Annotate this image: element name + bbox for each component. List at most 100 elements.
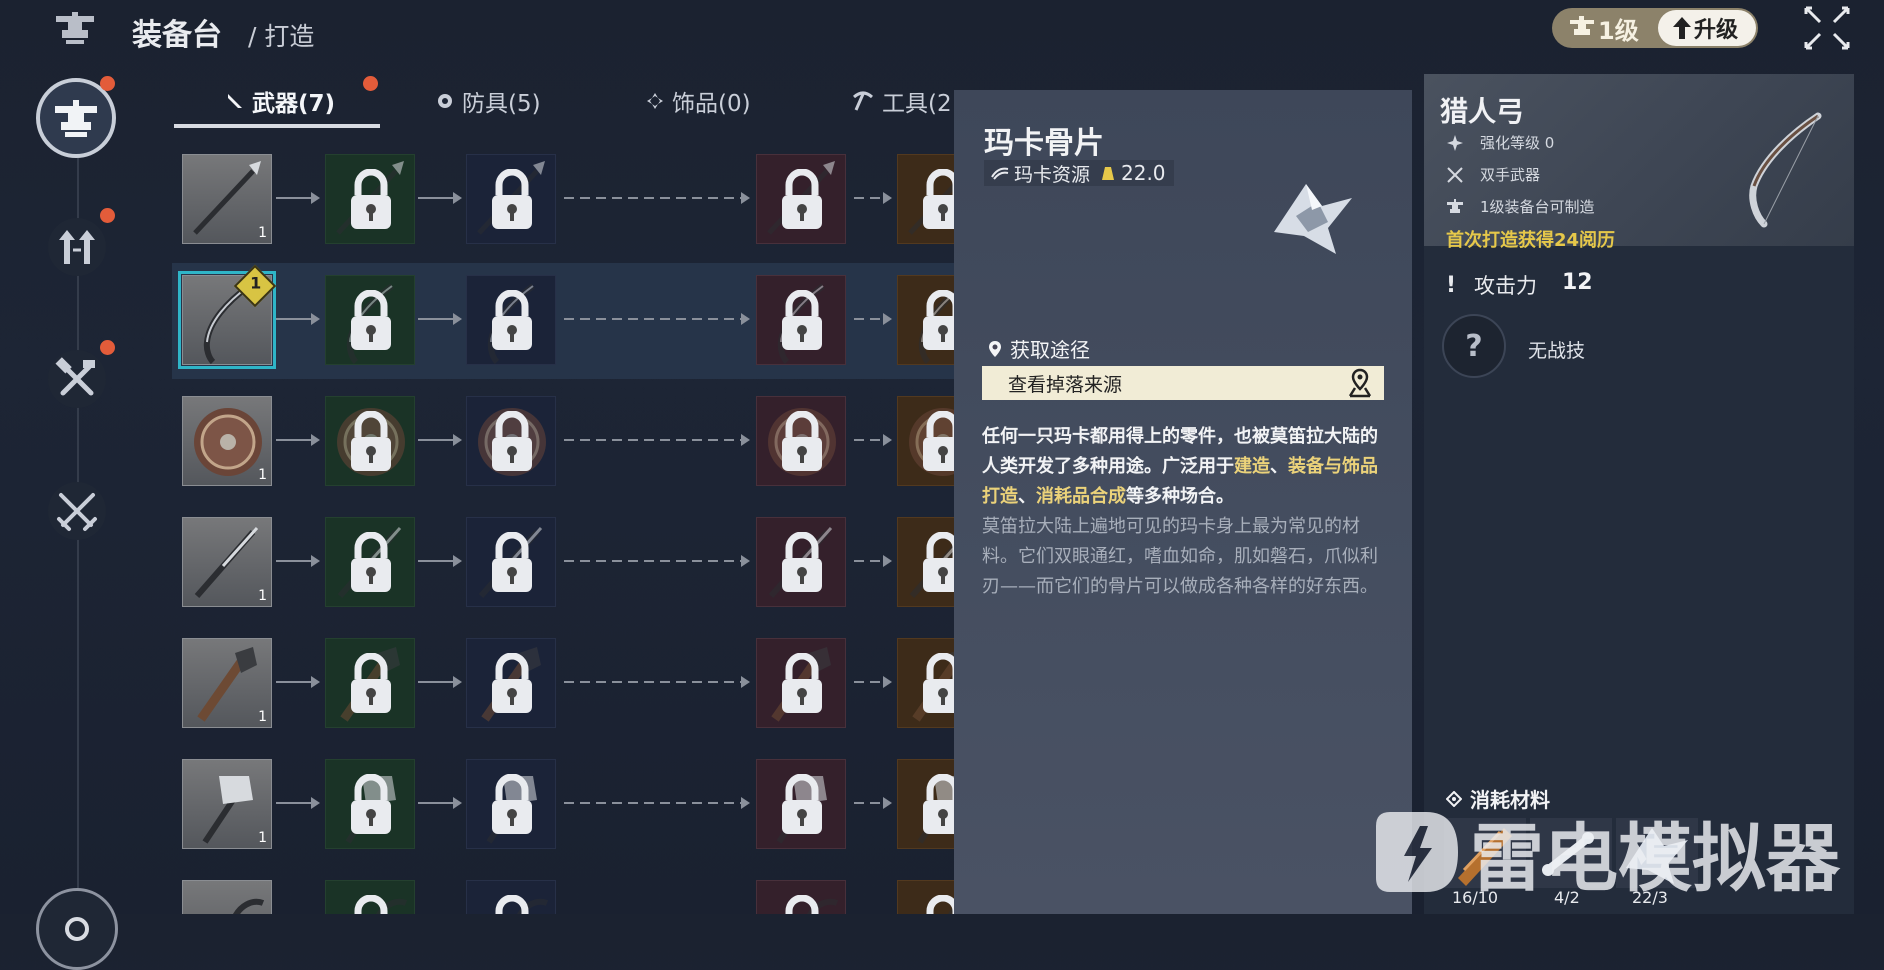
close-icon[interactable] bbox=[1798, 2, 1856, 54]
locked-item-tier-5[interactable] bbox=[897, 759, 954, 849]
locked-item-tier-5[interactable] bbox=[897, 396, 954, 486]
locked-item-tier-2[interactable] bbox=[325, 275, 415, 365]
nav-combat-button[interactable] bbox=[48, 482, 106, 540]
claw-icon bbox=[991, 167, 1009, 180]
material-lore: 莫笛拉大陆上遍地可见的玛卡身上最为常见的材料。它们双眼通红，嗜血如命，肌如磐石，… bbox=[982, 516, 1378, 597]
notification-dot bbox=[100, 76, 115, 91]
craftable-item-sickle[interactable] bbox=[182, 880, 272, 914]
anvil-icon bbox=[1447, 198, 1463, 213]
locked-item-tier-4[interactable] bbox=[756, 154, 846, 244]
stat-label: 1级装备台可制造 bbox=[1480, 198, 1595, 216]
material-category-label: 玛卡资源 bbox=[1014, 163, 1091, 186]
locked-item-tier-3[interactable] bbox=[466, 396, 556, 486]
locked-item-tier-4[interactable] bbox=[756, 759, 846, 849]
locked-item-tier-2[interactable] bbox=[325, 154, 415, 244]
lock-icon bbox=[782, 532, 822, 592]
sickle-icon bbox=[233, 898, 265, 914]
locked-item-tier-4[interactable] bbox=[756, 275, 846, 365]
lock-icon bbox=[351, 532, 391, 592]
locked-item-tier-2[interactable] bbox=[325, 638, 415, 728]
nav-settings-button[interactable] bbox=[36, 888, 118, 970]
lock-icon bbox=[351, 290, 391, 350]
hunter-bow-image bbox=[1749, 112, 1822, 228]
lock-icon bbox=[782, 411, 822, 471]
locked-item-tier-3[interactable] bbox=[466, 275, 556, 365]
upgrade-path-arrow bbox=[854, 313, 892, 325]
locked-item-tier-4[interactable] bbox=[756, 517, 846, 607]
tab-armor[interactable]: 防具(5) bbox=[436, 84, 541, 118]
locked-item-tier-3[interactable] bbox=[466, 759, 556, 849]
locked-item-tier-5[interactable] bbox=[897, 517, 954, 607]
locked-item-tier-3[interactable] bbox=[466, 154, 556, 244]
item-quantity: 1 bbox=[258, 588, 267, 604]
upgrade-path-arrow bbox=[418, 313, 462, 325]
tab-weapons[interactable]: 武器(7) bbox=[226, 84, 335, 118]
locked-item-tier-2[interactable] bbox=[325, 759, 415, 849]
locked-item-tier-2[interactable] bbox=[325, 396, 415, 486]
material-weight-value: 22.0 bbox=[1121, 161, 1166, 185]
locked-item-tier-5[interactable] bbox=[897, 154, 954, 244]
craftable-item-shield[interactable]: 1 bbox=[182, 396, 272, 486]
crossed-swords-icon bbox=[1447, 166, 1463, 183]
lock-icon bbox=[354, 895, 388, 914]
anvil-icon bbox=[55, 100, 97, 137]
skill-slot[interactable]: ? bbox=[1442, 314, 1506, 378]
locked-item-tier-5[interactable] bbox=[897, 275, 954, 365]
diamond-icon bbox=[647, 93, 663, 109]
upgrade-path-arrow bbox=[276, 313, 320, 325]
upgrade-path-arrow bbox=[418, 797, 462, 809]
lock-icon bbox=[926, 895, 954, 914]
lock-icon bbox=[923, 653, 954, 713]
locked-item-tier-4[interactable] bbox=[756, 880, 846, 914]
upgrade-path-arrow bbox=[854, 676, 892, 688]
locked-item-tier-3[interactable] bbox=[466, 880, 556, 914]
weapon-type-stat: 双手武器 bbox=[1446, 164, 1540, 185]
source-section-title: 获取途径 bbox=[988, 334, 1090, 363]
upgrade-path-arrow bbox=[418, 192, 462, 204]
locked-item-tier-5[interactable] bbox=[897, 880, 954, 914]
upgrade-path-arrow bbox=[564, 192, 750, 204]
lock-icon bbox=[782, 169, 822, 229]
anvil-icon bbox=[1570, 16, 1594, 35]
locked-item-tier-4[interactable] bbox=[756, 638, 846, 728]
nav-tools-button[interactable] bbox=[48, 350, 106, 408]
locked-item-tier-5[interactable] bbox=[897, 638, 954, 728]
lock-icon bbox=[923, 169, 954, 229]
craftable-item-spear[interactable]: 1 bbox=[182, 154, 272, 244]
upgrade-path-arrow bbox=[276, 192, 320, 204]
lightning-logo-icon bbox=[1376, 812, 1458, 892]
tab-accessories[interactable]: 饰品(0) bbox=[646, 84, 751, 118]
shield-icon bbox=[438, 94, 452, 108]
locked-item-tier-4[interactable] bbox=[756, 396, 846, 486]
nav-upgrade-button[interactable] bbox=[48, 218, 106, 276]
workbench-level-text: 1级 bbox=[1598, 17, 1639, 45]
arrow-up-icon bbox=[1673, 17, 1691, 39]
view-drop-source-label: 查看掉落来源 bbox=[1008, 374, 1123, 396]
craft-row bbox=[172, 868, 954, 914]
locked-item-tier-3[interactable] bbox=[466, 638, 556, 728]
tab-tools[interactable]: 工具(2 bbox=[852, 84, 952, 118]
item-quantity: 1 bbox=[258, 709, 267, 725]
upgrade-path-arrow bbox=[276, 676, 320, 688]
lock-icon bbox=[923, 411, 954, 471]
badge-count: 1 bbox=[250, 273, 262, 293]
locked-item-tier-3[interactable] bbox=[466, 517, 556, 607]
double-arrow-up-icon bbox=[59, 230, 95, 264]
locked-item-tier-2[interactable] bbox=[325, 880, 415, 914]
sparkle-icon bbox=[1447, 134, 1463, 151]
upgrade-path-arrow bbox=[854, 192, 892, 204]
lock-icon bbox=[492, 653, 532, 713]
locked-item-tier-2[interactable] bbox=[325, 517, 415, 607]
anvil-icon bbox=[56, 12, 94, 44]
attack-value: 12 bbox=[1562, 270, 1593, 295]
lock-icon bbox=[495, 895, 529, 914]
crossed-swords-icon bbox=[57, 493, 97, 531]
craftable-item-blade[interactable]: 1 bbox=[182, 517, 272, 607]
craftable-item-hammer[interactable]: 1 bbox=[182, 759, 272, 849]
upgrade-path-arrow bbox=[564, 555, 750, 567]
craftable-item-club[interactable]: 1 bbox=[182, 638, 272, 728]
gear-icon bbox=[65, 917, 89, 941]
upgrade-path-arrow bbox=[418, 434, 462, 446]
crafting-tree: 1 1 1 1 1 1 bbox=[172, 142, 954, 914]
desc-highlight-building: 建造 bbox=[1234, 456, 1270, 477]
